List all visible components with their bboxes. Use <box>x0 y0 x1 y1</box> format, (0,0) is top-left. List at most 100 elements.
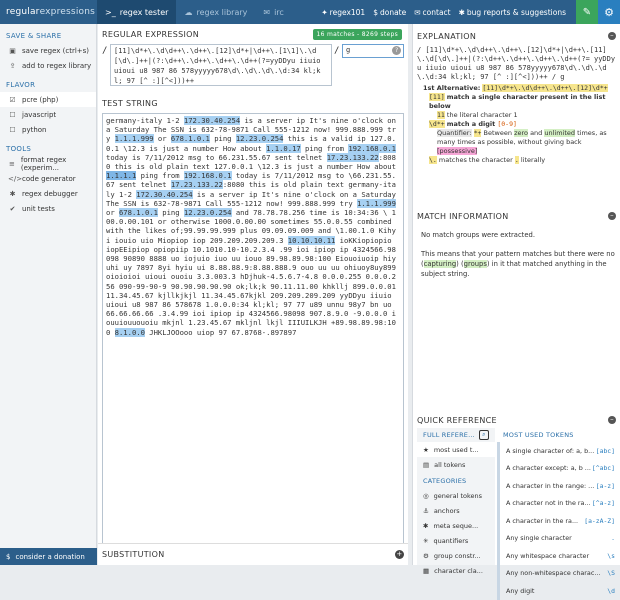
collapse-minus-icon[interactable]: – <box>608 32 616 40</box>
flags-input[interactable]: g? <box>342 44 404 58</box>
quick-ref-header: QUICK REFERENCE – <box>413 412 620 428</box>
token-syntax: [^a-z] <box>591 499 615 508</box>
token-syntax: [a-zA-Z] <box>584 516 615 525</box>
quick-ref-item-most-used[interactable]: ★ most used t... <box>417 442 495 457</box>
checkbox-icon: ☐ <box>9 125 16 134</box>
group-icon: ⚙ <box>423 551 429 560</box>
test-text: ping <box>157 208 184 218</box>
quick-ref-item-character-classes[interactable]: ▦ character cla... <box>417 563 495 578</box>
quick-ref-token-row[interactable]: A character in the ra... [a-zA-Z] <box>497 512 619 530</box>
quick-ref-token-row[interactable]: Any digit \d <box>497 582 619 600</box>
link-bug-reports[interactable]: ✱ bug reports & suggestions <box>455 8 570 17</box>
link-donate[interactable]: $ donate <box>369 8 410 17</box>
code-icon: </> <box>8 174 23 183</box>
search-icon[interactable]: ⌕ <box>478 430 489 440</box>
sidebar-item-format-regex[interactable]: ≡ format regex (experim... <box>0 156 96 172</box>
explanation-title: EXPLANATION <box>417 31 477 41</box>
regex-input[interactable]: [11]\d*+\.\d\d++\.\d++\.[12]\d*+|\d++\.[… <box>110 44 332 86</box>
tab-regex-tester[interactable]: >_ regex tester <box>97 0 177 24</box>
token-syntax: \s <box>607 551 615 560</box>
terminal-icon: >_ <box>105 7 116 17</box>
save-icon: ▣ <box>9 46 16 55</box>
quick-ref-token-row[interactable]: A character in the range: ... [a-z] <box>497 477 619 495</box>
match-count-badge: 16 matches - 8269 steps <box>312 29 402 40</box>
sidebar-item-save-regex[interactable]: ▣ save regex (ctrl+s) <box>0 43 96 58</box>
quick-ref-item-group-constructs[interactable]: ⚙ group constr... <box>417 548 495 563</box>
link-twitter[interactable]: ✦ regex101 <box>317 8 369 17</box>
quick-ref-token-row[interactable]: A single character of: a, b... [abc] <box>497 442 619 460</box>
tab-most-used-tokens[interactable]: MOST USED TOKENS <box>497 428 619 442</box>
sidebar-item-pcre[interactable]: ☑ pcre (php) <box>0 92 96 107</box>
match-info-body: No match groups were extracted. This mea… <box>421 230 615 279</box>
envelope-icon: ✉ <box>414 7 421 17</box>
tab-full-reference[interactable]: FULL REFERE... ⌕ <box>417 428 495 442</box>
quick-ref-item-all-tokens[interactable]: ▤ all tokens <box>417 457 495 472</box>
sidebar-heading-save-share: SAVE & SHARE <box>6 32 62 40</box>
donate-button[interactable]: $ consider a donation <box>0 548 97 565</box>
sidebar-item-python[interactable]: ☐ python <box>0 122 96 137</box>
quick-ref-token-row[interactable]: Any whitespace character \s <box>497 547 619 565</box>
test-text: ping from <box>136 171 184 181</box>
match-highlight: 12.23.0.254 <box>183 208 232 218</box>
link-contact[interactable]: ✉ contact <box>410 8 454 17</box>
quick-ref-nav: FULL REFERE... ⌕ ★ most used t... ▤ all tok… <box>417 428 495 575</box>
explanation-quantifier: Quantifier: *+ Between zero and unlimite… <box>437 129 607 155</box>
sidebar-heading-tools: TOOLS <box>6 145 32 153</box>
token-label: Any non-whitespace charac... <box>506 569 601 578</box>
help-icon[interactable]: ? <box>392 46 401 55</box>
sidebar-item-regex-debugger[interactable]: ✱ regex debugger <box>0 186 96 201</box>
wrench-button[interactable]: ✎ <box>576 0 598 24</box>
logo[interactable]: regular expressions101 <box>0 0 107 24</box>
sidebar-heading-flavor: FLAVOR <box>6 81 36 89</box>
checkbox-checked-icon: ☑ <box>9 95 16 104</box>
quick-ref-token-row[interactable]: Any single character. <box>497 529 619 547</box>
quick-ref-item-meta-sequences[interactable]: ✱ meta seque... <box>417 518 495 533</box>
quick-ref-token-row[interactable]: Any non-whitespace charac... \S <box>497 564 619 582</box>
collapse-minus-icon[interactable]: – <box>608 212 616 220</box>
token-syntax: [^abc] <box>591 464 615 473</box>
token-label: A character not in the ra... <box>506 499 591 508</box>
quick-ref-item-general-tokens[interactable]: ◎ general tokens <box>417 488 495 503</box>
explanation-alt-label: 1st Alternative: <box>423 84 481 92</box>
token-label: A character except: a, b ... <box>506 464 591 473</box>
test-text: ping from <box>300 143 349 153</box>
regex-delimiter-close: / <box>334 46 340 56</box>
regex-row: / [11]\d*+\.\d\d++\.\d++\.[12]\d*+|\d++\… <box>102 44 404 86</box>
substitution-bar[interactable]: SUBSTITUTION + <box>98 543 408 565</box>
tab-regex-library[interactable]: ☁ regex library <box>176 0 255 24</box>
settings-button[interactable]: ⚙ <box>598 0 620 24</box>
token-label: Any digit <box>506 586 535 595</box>
main-panel: REGULAR EXPRESSION 16 matches - 8269 ste… <box>98 24 408 565</box>
test-text: ping <box>209 134 236 144</box>
tab-irc[interactable]: ✉ irc <box>255 0 291 24</box>
quick-ref-item-anchors[interactable]: ⚓ anchors <box>417 503 495 518</box>
quick-ref-item-quantifiers[interactable]: ✳ quantifiers <box>417 533 495 548</box>
match-highlight: 1.1.0.17 <box>266 143 301 153</box>
quick-ref-title: QUICK REFERENCE <box>417 415 497 425</box>
sidebar-item-add-library[interactable]: ⇪ add to regex library <box>0 58 96 73</box>
explanation-alt-value: [11]\d*+\.\d\d++\.\d++\.[12]\d*+ <box>482 84 608 92</box>
test-text: today is 7/11/2012 msg to 66.231.55.67 s… <box>106 152 327 162</box>
token-label: Any whitespace character <box>506 551 590 560</box>
explanation-alt: 1st Alternative: [11]\d*+\.\d\d++\.\d++\… <box>417 84 617 93</box>
wrench-icon: ✎ <box>582 6 592 18</box>
test-string-title: TEST STRING <box>102 99 158 108</box>
expand-plus-icon[interactable]: + <box>395 550 404 559</box>
sidebar-item-javascript[interactable]: ☐ javascript <box>0 107 96 122</box>
asterisk-icon: ✳ <box>423 536 429 545</box>
match-highlight: 10.10.10.11 <box>287 235 336 245</box>
match-highlight: 678.1.0.1 <box>118 208 158 218</box>
quick-ref-tokens: MOST USED TOKENS A single character of: … <box>497 428 619 600</box>
grid-icon: ▦ <box>423 566 430 575</box>
quick-ref-token-row[interactable]: A character except: a, b ... [^abc] <box>497 459 619 477</box>
dollar-icon: $ <box>373 7 378 17</box>
quick-ref-token-row[interactable]: A character not in the ra... [^a-z] <box>497 494 619 512</box>
chat-icon: ✉ <box>263 7 271 17</box>
sidebar-item-unit-tests[interactable]: ✔ unit tests <box>0 201 96 216</box>
test-text: or <box>106 208 119 218</box>
collapse-minus-icon[interactable]: – <box>608 416 616 424</box>
explanation-class-sub: 11 the literal character 1 <box>437 111 518 119</box>
test-string-input[interactable]: germany-italy 1-2 172.30.40.254 is a ser… <box>102 113 404 553</box>
sidebar-item-code-generator[interactable]: </> code generator <box>0 171 96 186</box>
token-label: A single character of: a, b... <box>506 446 595 455</box>
